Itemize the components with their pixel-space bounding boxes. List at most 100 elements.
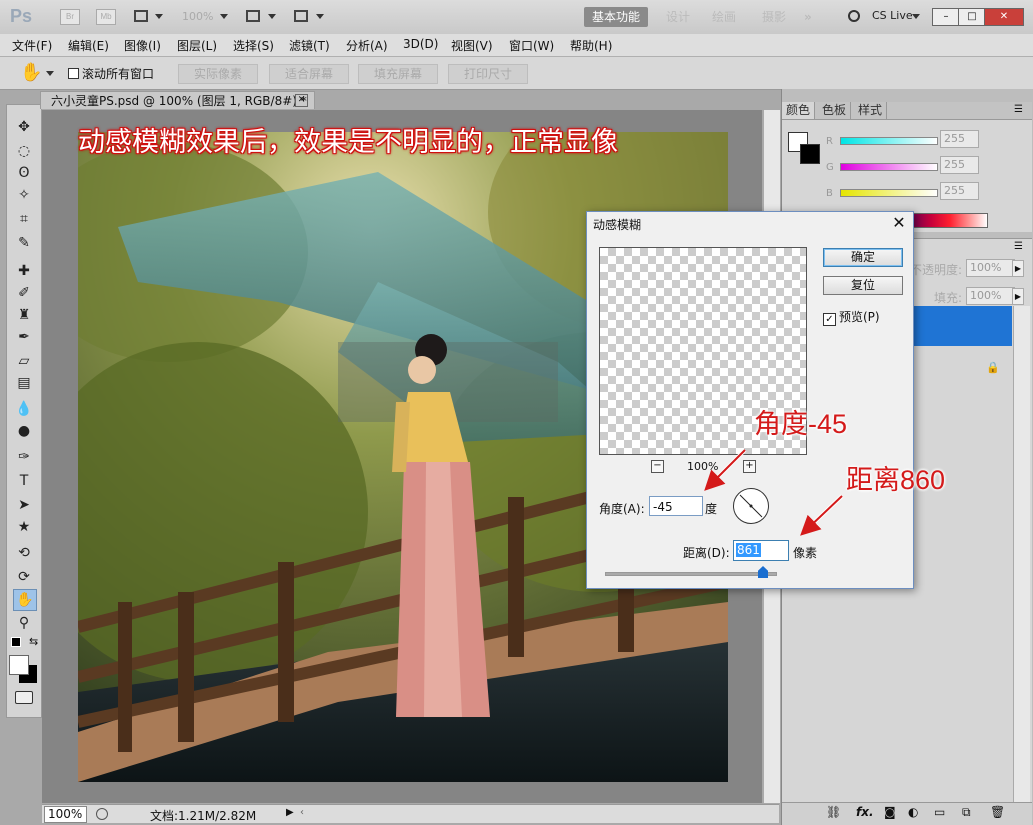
status-menu-arrow-icon[interactable]: ▶ (286, 807, 294, 818)
gradient-tool-icon[interactable]: ▤ (13, 373, 35, 393)
fill-screen-button[interactable]: 填充屏幕 (358, 64, 438, 84)
zoom-tool-icon[interactable]: ⚲ (13, 613, 35, 633)
panel-menu-icon[interactable]: ☰ (1014, 241, 1023, 252)
tab-swatches[interactable]: 色板 (818, 102, 852, 119)
channel-b-value[interactable]: 255 (940, 182, 979, 200)
trash-icon[interactable]: 🗑 (990, 805, 1005, 819)
cs-live-menu[interactable]: CS Live (872, 9, 913, 22)
fit-screen-button[interactable]: 适合屏幕 (269, 64, 349, 84)
opacity-field[interactable]: 100% (966, 259, 1015, 277)
zoom-out-icon[interactable]: − (651, 460, 664, 473)
3d-rotate-tool-icon[interactable]: ⟲ (13, 543, 35, 563)
blur-tool-icon[interactable]: 💧 (13, 399, 35, 419)
color-spectrum-bar[interactable] (912, 213, 988, 228)
menu-view[interactable]: 视图(V) (451, 37, 493, 54)
actual-pixels-button[interactable]: 实际像素 (178, 64, 258, 84)
fx-icon[interactable]: fx. (856, 805, 874, 819)
channel-g-value[interactable]: 255 (940, 156, 979, 174)
lasso-tool-icon[interactable]: ʘ (13, 163, 35, 183)
brush-tool-icon[interactable]: ✐ (13, 283, 35, 303)
print-size-button[interactable]: 打印尺寸 (448, 64, 528, 84)
crop-tool-icon[interactable]: ⌗ (13, 209, 35, 229)
document-tab[interactable]: 六小灵童PS.psd @ 100% (图层 1, RGB/8#) * ✕ (40, 91, 315, 109)
menu-file[interactable]: 文件(F) (12, 37, 52, 54)
quick-select-tool-icon[interactable]: ✧ (13, 185, 35, 205)
hand-tool-icon[interactable]: ✋ (13, 589, 37, 611)
screen-mode-icon[interactable] (294, 10, 308, 22)
menu-select[interactable]: 选择(S) (233, 37, 274, 54)
pen-tool-icon[interactable]: ✑ (13, 447, 35, 467)
mini-bridge-button[interactable]: Mb (96, 9, 116, 25)
preview-checkbox[interactable]: ✓ 预览(P) (823, 308, 880, 326)
workspace-essentials[interactable]: 基本功能 (584, 7, 649, 27)
minimize-button[interactable]: – (932, 8, 960, 26)
fill-arrow-icon[interactable]: ▶ (1012, 288, 1024, 305)
menu-window[interactable]: 窗口(W) (509, 37, 554, 54)
status-zoom-field[interactable]: 100% (44, 806, 87, 823)
foreground-color-swatch[interactable] (9, 655, 29, 675)
zoom-level[interactable]: 100% (182, 10, 213, 23)
extras-icon[interactable] (134, 10, 148, 22)
fill-field[interactable]: 100% (966, 287, 1015, 305)
menu-filter[interactable]: 滤镜(T) (289, 37, 330, 54)
dodge-tool-icon[interactable]: ● (13, 421, 35, 441)
adjustment-layer-icon[interactable]: ◐ (908, 805, 918, 819)
menu-edit[interactable]: 编辑(E) (68, 37, 109, 54)
panel-menu-icon[interactable]: ☰ (1014, 104, 1023, 115)
3d-orbit-tool-icon[interactable]: ⟳ (13, 567, 35, 587)
tab-styles[interactable]: 样式 (854, 102, 888, 119)
menu-analysis[interactable]: 分析(A) (346, 37, 388, 54)
clone-stamp-tool-icon[interactable]: ♜ (13, 305, 35, 325)
menu-image[interactable]: 图像(I) (124, 37, 161, 54)
default-colors-icon[interactable] (11, 637, 21, 647)
hscroll-left-icon[interactable]: ‹ (300, 807, 304, 818)
quick-mask-icon[interactable] (15, 691, 33, 704)
opacity-arrow-icon[interactable]: ▶ (1012, 260, 1024, 277)
angle-input[interactable]: -45 (649, 496, 703, 516)
status-info-icon[interactable] (96, 808, 108, 820)
arrange-documents-icon[interactable] (246, 10, 260, 22)
swap-colors-icon[interactable]: ⇆ (29, 635, 38, 648)
menu-help[interactable]: 帮助(H) (570, 37, 612, 54)
distance-slider-thumb[interactable] (758, 566, 768, 578)
channel-g-slider[interactable] (840, 163, 938, 171)
workspace-painting[interactable]: 绘画 (706, 7, 742, 27)
add-mask-icon[interactable]: ◙ (884, 805, 896, 819)
tab-color[interactable]: 颜色 (782, 102, 816, 119)
path-select-tool-icon[interactable]: ➤ (13, 495, 35, 515)
workspace-photography[interactable]: 摄影 (756, 7, 792, 27)
more-workspaces-icon[interactable]: » (798, 7, 818, 27)
ok-button[interactable]: 确定 (823, 248, 903, 267)
eyedropper-tool-icon[interactable]: ✎ (13, 233, 35, 253)
move-tool-icon[interactable]: ✥ (13, 117, 35, 137)
type-tool-icon[interactable]: T (13, 471, 35, 491)
menu-layer[interactable]: 图层(L) (177, 37, 217, 54)
workspace-design[interactable]: 设计 (660, 7, 696, 27)
hand-tool-icon[interactable]: ✋ (20, 62, 42, 83)
close-tab-icon[interactable]: ✕ (295, 94, 308, 107)
distance-input[interactable]: 861 (733, 540, 789, 561)
maximize-button[interactable]: □ (958, 8, 986, 26)
background-swatch[interactable] (800, 144, 820, 164)
layers-scrollbar[interactable] (1013, 306, 1030, 802)
distance-slider[interactable] (605, 572, 777, 576)
marquee-tool-icon[interactable]: ◌ (13, 141, 35, 161)
dialog-close-icon[interactable]: ✕ (889, 213, 909, 233)
eraser-tool-icon[interactable]: ▱ (13, 351, 35, 371)
scroll-all-windows-checkbox[interactable]: 滚动所有窗口 (68, 65, 154, 82)
channel-b-slider[interactable] (840, 189, 938, 197)
channel-r-slider[interactable] (840, 137, 938, 145)
group-icon[interactable]: ▭ (934, 805, 945, 819)
zoom-in-icon[interactable]: + (743, 460, 756, 473)
shape-tool-icon[interactable]: ★ (13, 517, 35, 537)
link-layers-icon[interactable]: ⛓ (826, 805, 841, 819)
reset-button[interactable]: 复位 (823, 276, 903, 295)
channel-r-value[interactable]: 255 (940, 130, 979, 148)
menu-3d[interactable]: 3D(D) (403, 37, 438, 51)
new-layer-icon[interactable]: ⧉ (962, 805, 971, 820)
close-button[interactable]: ✕ (984, 8, 1024, 26)
history-brush-tool-icon[interactable]: ✒ (13, 327, 35, 347)
healing-brush-tool-icon[interactable]: ✚ (13, 261, 35, 281)
bridge-button[interactable]: Br (60, 9, 80, 25)
angle-dial[interactable] (733, 488, 769, 524)
